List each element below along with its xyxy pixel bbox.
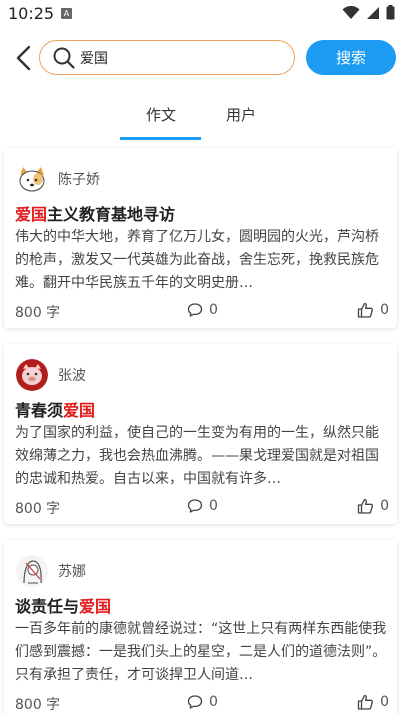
avatar <box>16 359 48 391</box>
word-count: 800 字 <box>15 697 61 713</box>
like-count: 0 <box>380 694 389 710</box>
author-name[interactable]: 张波 <box>58 365 86 385</box>
tab-bar: 作文 用户 <box>0 96 401 140</box>
search-field[interactable] <box>39 40 295 75</box>
word-count: 800 字 <box>15 501 61 517</box>
cartoon-dog-icon <box>16 163 48 195</box>
tab-essays[interactable]: 作文 <box>146 104 176 125</box>
article-meta: 800 字 0 0 <box>15 302 389 322</box>
pig-avatar-icon <box>16 359 48 391</box>
status-indicators <box>342 5 395 20</box>
sketch-girl-avatar-icon <box>16 555 48 587</box>
thumbs-up-icon <box>357 302 374 318</box>
author-info: 张波 <box>16 358 86 392</box>
tab-users[interactable]: 用户 <box>226 104 256 125</box>
like-count: 0 <box>380 498 389 514</box>
title-text: 青春须 <box>15 401 64 420</box>
like-button[interactable]: 0 <box>357 302 389 318</box>
thumbs-up-icon <box>357 498 374 514</box>
comment-count: 0 <box>209 302 218 318</box>
title-highlight: 爱国 <box>63 401 96 420</box>
article-excerpt: 为了国家的利益，使自己的一生变为有用的一生，纵然只能效绵薄之力，我也会热血沸腾。… <box>15 425 379 487</box>
cell-signal-icon <box>367 6 379 19</box>
comment-icon <box>187 499 203 513</box>
comment-button[interactable]: 0 <box>187 694 218 710</box>
comment-icon <box>187 303 203 317</box>
article-excerpt: 伟大的中华大地，养育了亿万儿女，圆明园的火光，芦沟桥的枪声，激发又一代英雄为此奋… <box>15 229 379 291</box>
article-excerpt: 一百多年前的康德就曾经说过：“这世上只有两样东西能使我们感到震撼：一是我们头上的… <box>15 621 387 683</box>
title-highlight: 爱国 <box>15 205 48 224</box>
search-input[interactable] <box>80 49 270 66</box>
comment-count: 0 <box>209 694 218 710</box>
title-text: 谈责任与 <box>15 597 80 616</box>
title-text: 主义教育基地寻访 <box>47 205 176 224</box>
comment-count: 0 <box>209 498 218 514</box>
thumbs-up-icon <box>357 694 374 710</box>
avatar <box>16 163 48 195</box>
status-time: 10:25 <box>8 4 55 23</box>
article-card[interactable]: 苏娜 谈责任与爱国 一百多年前的康德就曾经说过：“这世上只有两样东西能使我们感到… <box>4 540 397 714</box>
author-info: 陈子娇 <box>16 162 100 196</box>
title-highlight: 爱国 <box>79 597 112 616</box>
word-count: 800 字 <box>15 305 61 321</box>
status-bar: 10:25 A <box>0 0 401 28</box>
article-card[interactable]: 张波 青春须爱国 为了国家的利益，使自己的一生变为有用的一生，纵然只能效绵薄之力… <box>4 344 397 524</box>
comment-button[interactable]: 0 <box>187 498 218 514</box>
search-button[interactable]: 搜索 <box>306 40 396 75</box>
article-title[interactable]: 青春须爱国 <box>15 397 95 421</box>
notification-badge-icon: A <box>61 8 72 19</box>
article-meta: 800 字 0 0 <box>15 498 389 518</box>
wifi-icon <box>342 5 360 19</box>
like-button[interactable]: 0 <box>357 498 389 514</box>
comment-icon <box>187 695 203 709</box>
author-name[interactable]: 苏娜 <box>58 561 86 581</box>
article-title[interactable]: 爱国主义教育基地寻访 <box>15 201 175 225</box>
search-bar: 搜索 <box>0 38 401 78</box>
avatar <box>16 555 48 587</box>
article-title[interactable]: 谈责任与爱国 <box>15 593 111 617</box>
like-count: 0 <box>380 302 389 318</box>
like-button[interactable]: 0 <box>357 694 389 710</box>
article-meta: 800 字 0 0 <box>15 694 389 714</box>
back-button[interactable] <box>12 42 34 74</box>
comment-button[interactable]: 0 <box>187 302 218 318</box>
battery-icon <box>386 5 395 20</box>
author-name[interactable]: 陈子娇 <box>58 169 100 189</box>
article-card[interactable]: 陈子娇 爱国主义教育基地寻访 伟大的中华大地，养育了亿万儿女，圆明园的火光，芦沟… <box>4 148 397 328</box>
author-info: 苏娜 <box>16 554 86 588</box>
chevron-left-icon <box>16 45 31 71</box>
search-icon <box>53 47 75 69</box>
active-tab-indicator <box>120 137 201 140</box>
